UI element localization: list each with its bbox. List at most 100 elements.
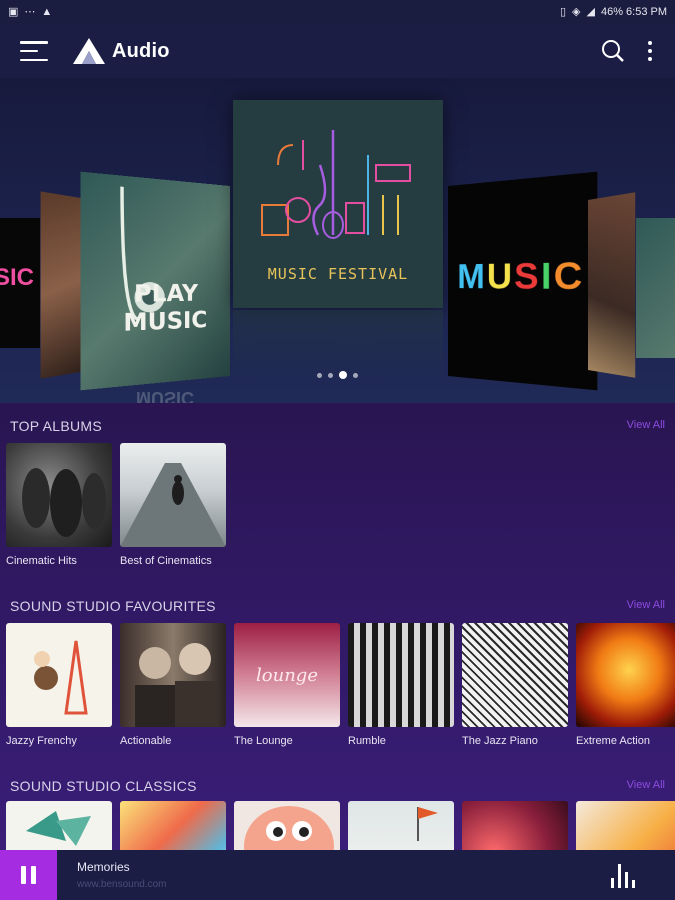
carousel-dot[interactable] <box>328 372 333 378</box>
equalizer-icon[interactable] <box>611 862 637 888</box>
track-info[interactable]: Memories www.bensound.com <box>77 860 167 890</box>
carousel-slide-right-2[interactable] <box>588 192 636 378</box>
album-card[interactable]: Cinematic Hits <box>6 443 112 567</box>
section-title: SOUND STUDIO CLASSICS <box>10 778 197 794</box>
eiffel-tower-icon <box>34 640 88 715</box>
menu-icon[interactable] <box>20 41 48 61</box>
lounge-cover-text: lounge <box>256 665 318 686</box>
status-left: ▣ ⋯ ▲ <box>8 5 53 18</box>
carousel-slide-far-left[interactable]: SIC <box>0 218 40 348</box>
album-cover: lounge <box>234 623 340 727</box>
track-title: Memories <box>77 860 130 874</box>
carousel-slide-music[interactable]: MUSIC <box>448 171 598 391</box>
section-top-albums: TOP ALBUMS View All Cinematic Hits Best … <box>0 413 675 567</box>
section-header: SOUND STUDIO FAVOURITES View All <box>0 593 675 617</box>
music-festival-reflection <box>233 310 443 380</box>
view-all-link[interactable]: View All <box>627 779 665 791</box>
album-title: Best of Cinematics <box>120 555 212 567</box>
carousel-dot[interactable] <box>353 372 358 378</box>
featured-carousel[interactable]: SIC PLAY MUSIC MUSIC MUSIC FESTIVAL MUSI… <box>0 78 675 403</box>
now-playing-bar: Memories www.bensound.com <box>0 850 675 900</box>
flag-icon <box>417 807 438 841</box>
carousel-dot[interactable] <box>317 372 322 378</box>
section-header: SOUND STUDIO CLASSICS View All <box>0 773 675 797</box>
pause-icon[interactable] <box>0 850 57 900</box>
two-men-image-icon <box>135 643 217 727</box>
status-bar: ▣ ⋯ ▲ ▯ ◈ ◢ 46% 6:53 PM <box>0 0 675 24</box>
album-cover <box>6 801 112 850</box>
album-cover <box>348 623 454 727</box>
view-all-link[interactable]: View All <box>627 599 665 611</box>
section-favourites: SOUND STUDIO FAVOURITES View All Jazzy F… <box>0 593 675 747</box>
album-title: The Lounge <box>234 735 293 747</box>
app-title: Audio <box>112 39 170 62</box>
instruments-icon <box>261 130 411 239</box>
track-source: www.bensound.com <box>77 879 167 890</box>
album-card[interactable]: lounge The Lounge <box>234 623 340 747</box>
section-classics: SOUND STUDIO CLASSICS View All <box>0 773 675 850</box>
signal-icon: ◢ <box>586 5 595 18</box>
album-title: Actionable <box>120 735 172 747</box>
more-vert-icon[interactable] <box>647 41 653 61</box>
image-icon: ▣ <box>8 5 19 18</box>
music-slide-text: MUSIC <box>457 254 585 299</box>
app-bar: Audio <box>0 24 675 78</box>
album-title: Cinematic Hits <box>6 555 77 567</box>
warning-icon: ▲ <box>41 5 53 18</box>
album-card[interactable]: Rumble <box>348 623 454 747</box>
notification-icon: ⋯ <box>24 5 36 18</box>
carousel-slide-far-right[interactable] <box>636 218 675 358</box>
search-icon[interactable] <box>601 39 625 63</box>
music-festival-title: MUSIC FESTIVAL <box>267 265 409 283</box>
album-card[interactable] <box>348 801 454 850</box>
album-list: Cinematic Hits Best of Cinematics <box>6 443 226 567</box>
album-card[interactable] <box>576 801 675 850</box>
album-cover <box>576 623 675 727</box>
carousel-slide-music-festival[interactable]: MUSIC FESTIVAL <box>233 100 443 308</box>
warriors-image-icon <box>22 468 106 537</box>
section-header: TOP ALBUMS View All <box>0 413 675 437</box>
album-cover <box>348 801 454 850</box>
album-title: Rumble <box>348 735 386 747</box>
cartoon-eyes-icon <box>244 806 334 850</box>
plant-image-icon <box>26 811 91 846</box>
section-title: SOUND STUDIO FAVOURITES <box>10 598 216 614</box>
section-title: TOP ALBUMS <box>10 418 102 434</box>
carousel-dot-active[interactable] <box>339 371 347 379</box>
album-card[interactable] <box>120 801 226 850</box>
pier-image-icon <box>120 463 226 547</box>
album-cover <box>234 801 340 850</box>
album-cover <box>462 801 568 850</box>
album-title: Extreme Action <box>576 735 650 747</box>
app-bar-actions <box>601 39 653 63</box>
album-cover <box>6 623 112 727</box>
album-cover <box>120 801 226 850</box>
album-card[interactable]: The Jazz Piano <box>462 623 568 747</box>
album-list <box>6 801 675 850</box>
album-title: Jazzy Frenchy <box>6 735 77 747</box>
far-left-slide-text: SIC <box>0 264 35 291</box>
album-cover <box>462 623 568 727</box>
album-cover <box>6 443 112 547</box>
album-title: The Jazz Piano <box>462 735 538 747</box>
wifi-icon: ◈ <box>572 5 581 18</box>
view-all-link[interactable]: View All <box>627 419 665 431</box>
carousel-slide-play-music[interactable]: PLAY MUSIC <box>80 171 231 391</box>
album-card[interactable]: Jazzy Frenchy <box>6 623 112 747</box>
album-card[interactable] <box>234 801 340 850</box>
album-card[interactable] <box>462 801 568 850</box>
carousel-pagination <box>0 371 675 379</box>
album-cover <box>576 801 675 850</box>
album-list: Jazzy Frenchy Actionable lounge The Loun… <box>6 623 675 747</box>
content-area: TOP ALBUMS View All Cinematic Hits Best … <box>0 403 675 850</box>
album-cover <box>120 623 226 727</box>
album-card[interactable]: Extreme Action <box>576 623 675 747</box>
album-card[interactable]: Actionable <box>120 623 226 747</box>
album-cover <box>120 443 226 547</box>
vibrate-icon: ▯ <box>559 5 567 18</box>
album-card[interactable]: Best of Cinematics <box>120 443 226 567</box>
play-music-text: PLAY MUSIC <box>123 281 208 338</box>
app-logo-icon <box>73 38 105 64</box>
status-right: ▯ ◈ ◢ 46% 6:53 PM <box>560 6 667 18</box>
album-card[interactable] <box>6 801 112 850</box>
